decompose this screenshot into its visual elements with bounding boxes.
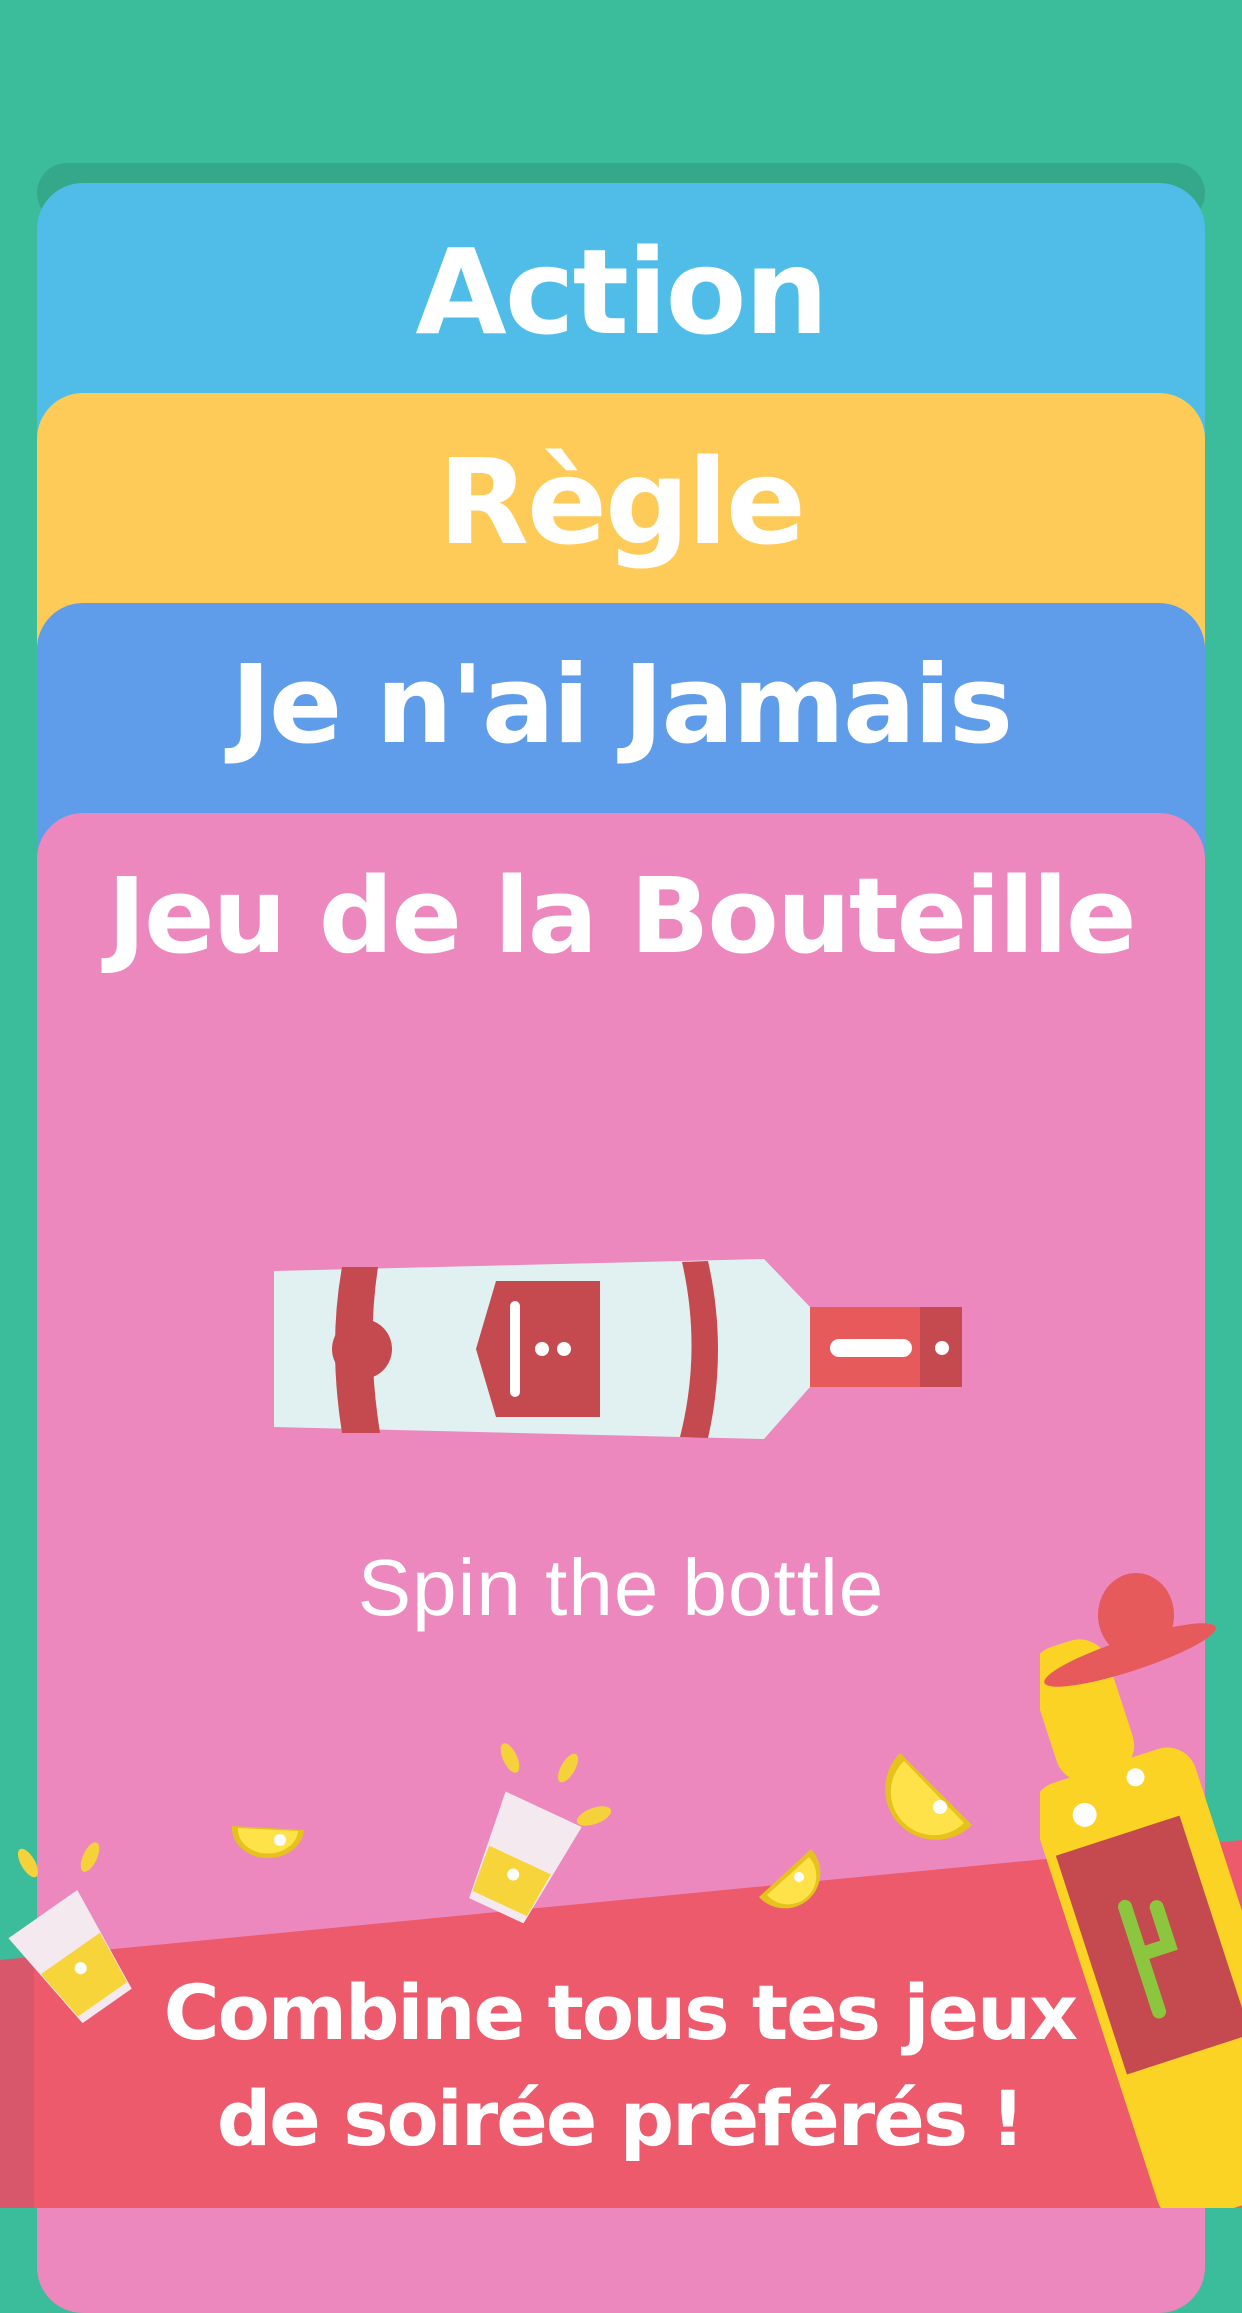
- lemon-slice-icon: [885, 1753, 972, 1840]
- card-action-title: Action: [415, 223, 828, 361]
- promo-banner-text: Combine tous tes jeux de soirée préférés…: [100, 1960, 1140, 2172]
- app-screen: { "cards": { "action": "Action", "regle"…: [0, 0, 1242, 2313]
- card-jamais-title: Je n'ai Jamais: [230, 643, 1013, 768]
- lemon-slice-icon: [231, 1826, 304, 1859]
- promo-line-2: de soirée préférés !: [216, 2074, 1025, 2163]
- card-regle-title: Règle: [438, 433, 806, 571]
- splash-drops: [17, 1842, 100, 1878]
- sombrero-icon: [1044, 1573, 1216, 1687]
- bottle-icon: [274, 1259, 962, 1439]
- card-bouteille-title: Jeu de la Bouteille: [107, 855, 1136, 977]
- promo-line-1: Combine tous tes jeux: [163, 1968, 1078, 2057]
- shot-glass-icon: [469, 1791, 582, 1924]
- lemon-slice-icon: [759, 1849, 821, 1909]
